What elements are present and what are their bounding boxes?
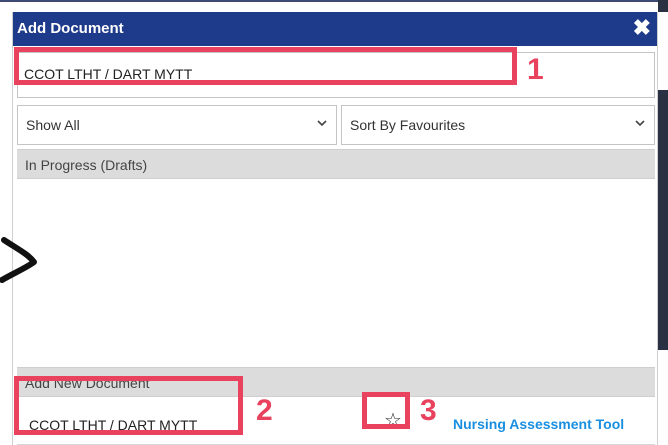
annotation-box-2 xyxy=(14,376,243,435)
show-filter-value: Show All xyxy=(26,117,80,133)
annotation-box-3 xyxy=(362,392,410,429)
annotation-arrow-icon xyxy=(0,237,37,283)
dialog-titlebar: Add Document ✖ xyxy=(13,12,657,46)
background-right-edge xyxy=(658,90,668,350)
dialog-title: Add Document xyxy=(17,20,124,37)
drafts-section-header: In Progress (Drafts) xyxy=(17,149,655,179)
annotation-number-1: 1 xyxy=(527,53,544,86)
show-filter-select[interactable]: Show All xyxy=(17,105,337,145)
chevron-down-icon xyxy=(316,116,328,132)
filter-bar: Show All Sort By Favourites xyxy=(17,105,655,145)
sort-select[interactable]: Sort By Favourites xyxy=(341,105,655,145)
annotation-number-3: 3 xyxy=(420,394,437,427)
close-icon[interactable]: ✖ xyxy=(633,15,651,41)
drafts-list xyxy=(17,179,655,367)
background-right-edge-top xyxy=(658,0,668,12)
annotation-number-2: 2 xyxy=(256,394,273,427)
sort-value: Sort By Favourites xyxy=(350,117,466,133)
document-category-link[interactable]: Nursing Assessment Tool xyxy=(453,416,624,432)
background-top-edge xyxy=(0,0,668,2)
annotation-box-1 xyxy=(14,47,517,85)
chevron-down-icon xyxy=(634,116,646,132)
